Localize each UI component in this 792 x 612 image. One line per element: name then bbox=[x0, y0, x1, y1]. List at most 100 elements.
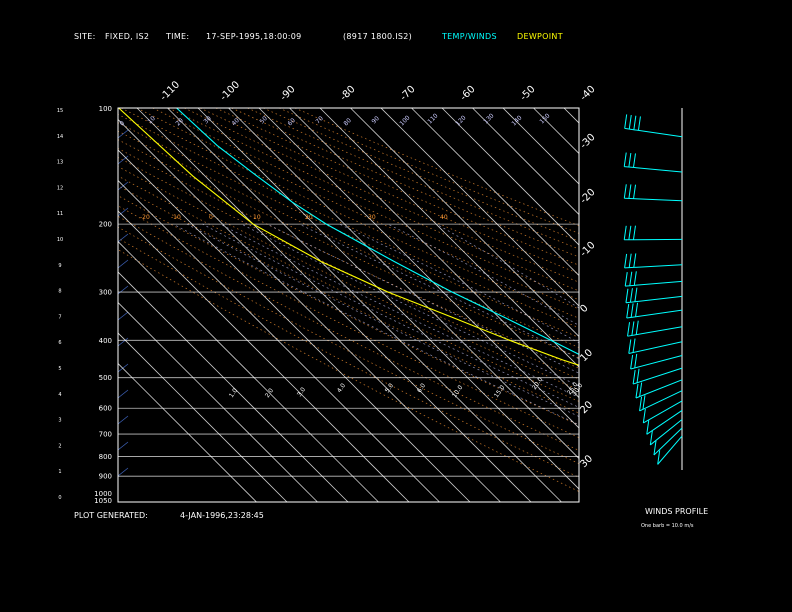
barb-feather bbox=[624, 253, 628, 268]
barb-feather bbox=[636, 368, 640, 383]
pressure-tick-label: 800 bbox=[99, 453, 112, 461]
dry-adiabat bbox=[215, 108, 579, 266]
barb-feather bbox=[633, 271, 637, 286]
barb-feather bbox=[624, 114, 628, 129]
plot-generated-value: 4-JAN-1996,23:28:45 bbox=[180, 511, 264, 520]
moist-adiabat-label: 30 bbox=[202, 115, 212, 125]
moist-adiabat-label: 20 bbox=[174, 117, 184, 127]
barb-feather bbox=[627, 322, 631, 337]
dry-adiabat bbox=[247, 108, 579, 250]
isotherm-line bbox=[118, 271, 349, 502]
mixing-ratio-label: 15.0 bbox=[493, 384, 507, 399]
height-tick-label: 15 bbox=[57, 108, 63, 114]
mixing-ratio-line bbox=[679, 408, 792, 502]
barb-feather bbox=[633, 253, 637, 268]
barb-feather bbox=[632, 153, 636, 168]
mixing-ratio-label: 1.0 bbox=[228, 387, 239, 399]
barb-shaft bbox=[624, 166, 683, 173]
guide-tick bbox=[118, 155, 129, 165]
height-tick-label: 14 bbox=[57, 134, 63, 140]
moist-adiabat bbox=[241, 223, 579, 387]
guide-tick bbox=[118, 129, 129, 139]
dry-adiabat bbox=[118, 237, 579, 478]
moist-adiabat-label: 110 bbox=[426, 112, 439, 125]
barb-feather bbox=[639, 382, 643, 397]
height-tick-label: 13 bbox=[57, 160, 63, 166]
guide-tick bbox=[118, 389, 129, 399]
barb-feather bbox=[630, 303, 634, 318]
dry-adiabat-label: -10 bbox=[171, 214, 181, 221]
barb-feather bbox=[635, 383, 639, 399]
wind-barb bbox=[623, 184, 683, 202]
isotherm-line bbox=[380, 108, 579, 307]
pressure-tick-label: 500 bbox=[99, 374, 112, 382]
isotherm-line bbox=[118, 149, 471, 502]
isotherm-line bbox=[502, 108, 579, 185]
barb-feather bbox=[626, 303, 630, 319]
barb-feather bbox=[646, 420, 650, 435]
barb-shaft bbox=[632, 367, 683, 385]
moist-adiabat-label: 80 bbox=[342, 117, 352, 127]
barb-shaft bbox=[627, 326, 683, 337]
pressure-tick-label: 400 bbox=[99, 337, 112, 345]
dry-adiabat bbox=[118, 249, 579, 492]
height-tick-label: 6 bbox=[58, 340, 61, 346]
barb-feather bbox=[635, 302, 639, 317]
right-temp-label: -20 bbox=[578, 187, 597, 206]
winds-profile-title: WINDS PROFILE bbox=[645, 507, 709, 516]
isotherm-line bbox=[118, 332, 288, 502]
barb-shaft bbox=[625, 295, 683, 304]
dry-adiabat-label: 0 bbox=[209, 214, 213, 221]
height-tick-label: 9 bbox=[58, 263, 61, 269]
moist-adiabat bbox=[339, 223, 579, 344]
barb-feather bbox=[623, 184, 627, 199]
moist-adiabat-label: 120 bbox=[454, 114, 467, 127]
top-temp-label: -70 bbox=[398, 84, 417, 103]
dry-adiabat bbox=[278, 108, 579, 234]
mixing-ratio-line bbox=[611, 408, 725, 502]
top-temp-label: -110 bbox=[158, 79, 182, 103]
barb-feather bbox=[628, 184, 632, 199]
wind-barb bbox=[626, 302, 683, 319]
isotherm-line bbox=[563, 108, 579, 124]
wind-barb bbox=[624, 114, 683, 138]
barb-feather bbox=[632, 369, 636, 385]
dry-adiabat-label: -20 bbox=[140, 214, 150, 221]
barb-shaft bbox=[626, 309, 683, 319]
mixing-ratio-line bbox=[700, 408, 792, 502]
barb-feather bbox=[630, 354, 634, 370]
dry-adiabat bbox=[118, 122, 579, 338]
height-tick-label: 0 bbox=[58, 495, 61, 501]
dry-adiabat-label: 40 bbox=[440, 214, 448, 221]
guide-tick bbox=[118, 467, 129, 477]
guide-tick bbox=[118, 259, 129, 269]
barb-feather bbox=[642, 395, 646, 410]
skew-t-chart: 1002003004005006007008009001000105015141… bbox=[57, 79, 792, 505]
height-tick-label: 3 bbox=[58, 418, 61, 424]
pressure-tick-label: 300 bbox=[99, 289, 112, 297]
top-temp-label: -100 bbox=[218, 79, 242, 103]
height-tick-label: 4 bbox=[58, 392, 61, 398]
wind-barb bbox=[624, 271, 683, 287]
dry-adiabat bbox=[294, 108, 579, 227]
mixing-ratio-line bbox=[662, 408, 779, 502]
wind-barb bbox=[625, 287, 683, 304]
barb-feather bbox=[629, 271, 633, 286]
barb-shaft bbox=[624, 197, 683, 202]
barb-feather bbox=[628, 115, 632, 130]
barb-feather bbox=[623, 152, 627, 167]
dry-adiabat bbox=[136, 108, 579, 310]
wind-barb bbox=[635, 379, 683, 399]
top-temp-label: -60 bbox=[458, 84, 477, 103]
isotherm-line bbox=[136, 108, 532, 502]
guide-tick bbox=[118, 285, 129, 295]
wind-barb bbox=[646, 410, 683, 435]
mixing-ratio-label: 4.0 bbox=[336, 382, 347, 394]
moist-adiabat-label: 90 bbox=[370, 115, 380, 125]
moist-adiabat bbox=[267, 223, 579, 374]
right-temp-label: -10 bbox=[578, 240, 597, 259]
height-tick-label: 8 bbox=[58, 289, 61, 295]
barb-feather bbox=[629, 288, 633, 303]
pressure-tick-label: 100 bbox=[99, 105, 112, 113]
isotherm-line bbox=[228, 108, 579, 460]
